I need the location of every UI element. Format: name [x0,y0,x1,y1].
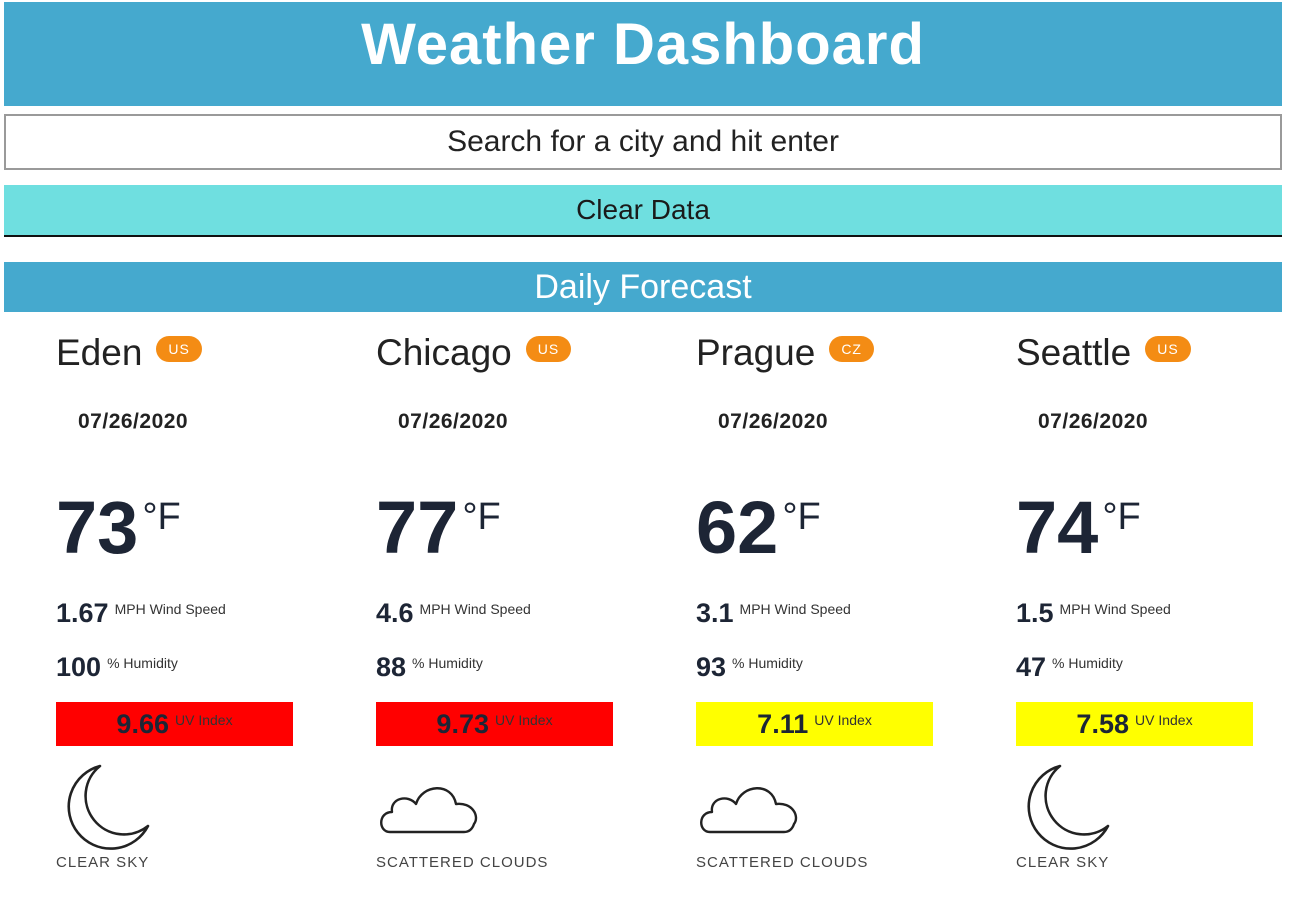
country-badge: US [1145,336,1191,362]
forecast-date: 07/26/2020 [1038,410,1149,433]
cloud-icon [380,787,478,834]
uv-index-badge: 7.11 UV Index [696,702,933,746]
city-name: Prague [696,332,816,373]
wind-speed: 4.6 MPH Wind Speed [376,598,531,629]
forecast-date: 07/26/2020 [78,410,189,433]
forecast-cards: Eden US 07/26/2020 73 °F 1.67 MPH Wind S… [0,320,1300,890]
city-name: Seattle [1016,332,1132,373]
daily-forecast-title: Daily Forecast [534,267,752,306]
uv-index-badge: 9.73 UV Index [376,702,613,746]
temperature: 77 °F [376,488,501,568]
wind-speed: 1.5 MPH Wind Speed [1016,598,1171,629]
moon-icon [1027,764,1110,850]
app-header: Weather Dashboard [4,2,1282,106]
wind-speed-value: 3.1 [696,598,734,628]
humidity-value: 88 [376,652,407,682]
humidity-value: 100 [56,652,102,682]
temperature-unit: °F [1102,496,1141,538]
city-name: Chicago [376,332,512,373]
uv-index-value: 7.11 [757,708,809,739]
uv-index-badge: 7.58 UV Index [1016,702,1253,746]
page-title: Weather Dashboard [361,11,925,77]
weather-description: CLEAR SKY [56,854,150,871]
city-heading: Chicago US [376,332,572,374]
city-name: Eden [56,332,143,373]
temperature: 73 °F [56,488,181,568]
forecast-card: Prague CZ 07/26/2020 62 °F 3.1 MPH Wind … [696,320,996,880]
weather-description: SCATTERED CLOUDS [696,854,869,871]
wind-speed: 1.67 MPH Wind Speed [56,598,226,629]
temperature-unit: °F [782,496,821,538]
country-badge: US [525,336,572,362]
humidity: 100 % Humidity [56,652,178,683]
uv-index-value: 7.58 [1076,708,1129,739]
uv-index-label: UV Index [494,712,553,728]
temperature-value: 62 [696,486,779,569]
humidity: 93 % Humidity [696,652,803,683]
wind-speed-label: MPH Wind Speed [114,601,226,617]
humidity-label: % Humidity [412,655,483,671]
temperature-unit: °F [462,496,501,538]
temperature: 62 °F [696,488,821,568]
daily-forecast-header: Daily Forecast [4,262,1282,312]
uv-index-badge: 9.66 UV Index [56,702,293,746]
wind-speed-value: 1.67 [56,598,109,628]
forecast-date: 07/26/2020 [398,410,509,433]
city-heading: Prague CZ [696,332,874,374]
humidity-value: 93 [696,652,727,682]
country-badge: CZ [829,336,874,362]
wind-speed-label: MPH Wind Speed [739,601,851,617]
wind-speed-label: MPH Wind Speed [419,601,531,617]
wind-speed-value: 1.5 [1016,598,1054,628]
uv-index-label: UV Index [1134,712,1193,728]
temperature: 74 °F [1016,488,1141,568]
uv-index-label: UV Index [814,712,872,728]
humidity-label: % Humidity [732,655,803,671]
weather-description: SCATTERED CLOUDS [376,854,549,871]
cloud-icon [700,787,798,834]
temperature-value: 73 [56,486,139,569]
temperature-value: 74 [1016,486,1099,569]
forecast-date: 07/26/2020 [718,410,829,433]
humidity-value: 47 [1016,652,1047,682]
forecast-card: Chicago US 07/26/2020 77 °F 4.6 MPH Wind… [376,320,676,880]
temperature-unit: °F [142,496,181,538]
wind-speed-value: 4.6 [376,598,414,628]
humidity: 47 % Humidity [1016,652,1123,683]
uv-index-label: UV Index [174,712,233,728]
forecast-card: Seattle US 07/26/2020 74 °F 1.5 MPH Wind… [1016,320,1300,880]
humidity-label: % Humidity [107,655,178,671]
city-heading: Eden US [56,332,202,374]
uv-index-value: 9.73 [436,708,489,739]
moon-icon [67,764,150,850]
humidity-label: % Humidity [1052,655,1123,671]
weather-description: CLEAR SKY [1016,854,1110,871]
temperature-value: 77 [376,486,459,569]
humidity: 88 % Humidity [376,652,483,683]
clear-data-button[interactable]: Clear Data [4,185,1282,237]
uv-index-value: 9.66 [116,708,169,739]
country-badge: US [156,336,202,362]
city-heading: Seattle US [1016,332,1191,374]
wind-speed-label: MPH Wind Speed [1059,601,1171,617]
wind-speed: 3.1 MPH Wind Speed [696,598,851,629]
forecast-card: Eden US 07/26/2020 73 °F 1.67 MPH Wind S… [56,320,356,880]
city-search-input[interactable] [4,114,1282,170]
